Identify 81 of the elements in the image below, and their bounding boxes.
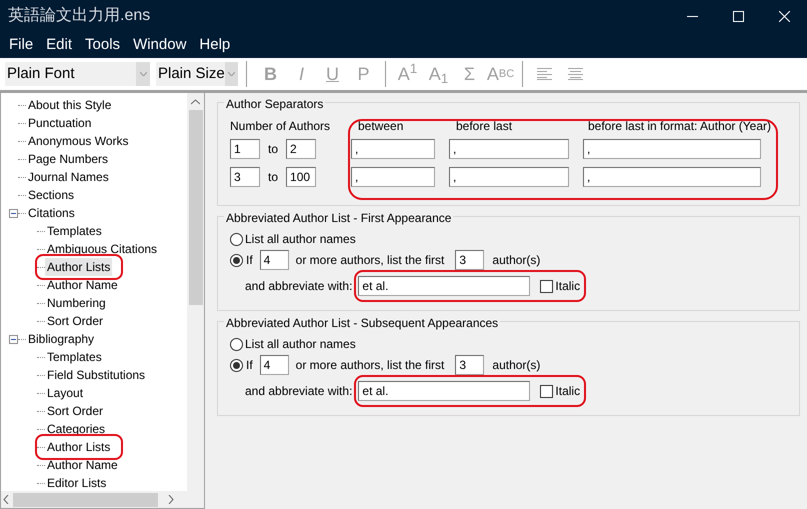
number-field[interactable]: 1 [230,139,260,159]
tree-item[interactable]: Author Name [45,276,120,294]
menu-item[interactable]: Tools [85,34,120,56]
scroll-left-icon[interactable] [3,495,9,504]
separator-field[interactable]: , [583,139,762,159]
radio-label: If [246,252,253,269]
tree-item[interactable]: Field Substitutions [45,366,148,384]
field-label: and abbreviate with: [245,383,352,400]
number-field[interactable]: 4 [260,250,289,270]
number-field[interactable]: 2 [286,139,316,159]
number-field[interactable]: 100 [286,167,316,187]
align-center-icon [568,68,583,80]
tree-item[interactable]: Citations [26,204,77,222]
number-field[interactable]: 3 [230,167,260,187]
vertical-scrollbar[interactable] [187,93,204,491]
column-header: between [358,118,404,135]
radio-button[interactable] [230,232,243,246]
horizontal-scrollbar[interactable] [1,491,204,508]
tree-item[interactable]: Author Name [45,456,120,474]
radio-label: List all author names [245,336,356,353]
separator-field[interactable]: , [449,139,570,159]
tree-item[interactable]: Ambiguous Citations [45,240,160,258]
checkbox[interactable] [540,280,554,292]
checkbox-label: Italic [555,383,580,400]
scroll-up-icon[interactable] [191,98,200,104]
collapse-icon[interactable] [9,334,18,344]
tree-item[interactable]: Editor Lists [45,474,108,491]
tree-item[interactable]: Categories [45,420,108,438]
tree-item[interactable]: Templates [45,222,104,240]
radio-label: If [246,357,253,374]
radio-button[interactable] [230,338,243,350]
size-dropdown[interactable]: Plain Size [156,62,238,86]
abbreviation-field[interactable]: et al. [358,276,530,296]
tree-item[interactable]: About this Style [26,96,114,114]
align-left-icon [537,68,552,80]
tree-item[interactable]: Punctuation [26,114,94,132]
tree-item[interactable]: Anonymous Works [26,132,130,150]
menu-item[interactable]: Help [199,34,230,56]
font-dropdown[interactable]: Plain Font [5,62,150,86]
separator-field[interactable]: , [351,139,436,159]
checkbox-label: Italic [555,278,580,295]
tree-item[interactable]: Bibliography [26,330,96,348]
tree-item[interactable]: Page Numbers [26,150,110,168]
radio-button[interactable] [230,254,243,266]
column-header: before last [456,118,514,135]
field-label: or more authors, list the first [296,252,444,269]
scroll-right-icon[interactable] [168,495,174,504]
tree-item[interactable]: Sort Order [45,402,106,420]
tree-item[interactable]: Templates [45,348,104,366]
abbreviation-field[interactable]: et al. [358,381,530,401]
field-label: to [268,141,278,158]
collapse-icon[interactable] [9,208,18,218]
field-label: to [268,169,278,186]
number-field[interactable]: 4 [260,355,289,375]
menu-item[interactable]: Window [133,34,186,56]
separator-field[interactable]: , [583,167,762,187]
number-field[interactable]: 3 [455,250,484,270]
field-label: and abbreviate with: [245,278,352,295]
menu-item[interactable]: Edit [46,34,72,56]
radio-label: List all author names [245,231,356,248]
tree-item[interactable]: Sort Order [45,312,106,330]
window-title: 英語論文出力用.ens [8,6,152,26]
field-label: author(s) [492,252,540,269]
separator-field[interactable]: , [449,167,570,187]
checkbox[interactable] [540,384,554,398]
menu-item[interactable]: File [9,34,34,56]
tree-item[interactable]: Author Lists [45,258,112,276]
tree-item[interactable]: Author Lists [45,438,112,456]
maximize-icon [732,10,744,22]
tree-item[interactable]: Sections [26,186,76,204]
tree-item[interactable]: Layout [45,384,86,402]
column-header: before last in format: Author (Year) [588,118,771,135]
number-field[interactable]: 3 [455,355,484,375]
tree-item[interactable]: Numbering [45,294,108,312]
column-header: Number of Authors [230,118,332,135]
close-icon [778,10,790,22]
tree-item[interactable]: Journal Names [26,168,111,186]
radio-button[interactable] [230,358,243,372]
field-label: or more authors, list the first [296,357,444,374]
field-label: author(s) [492,357,540,374]
separator-field[interactable]: , [351,167,436,187]
